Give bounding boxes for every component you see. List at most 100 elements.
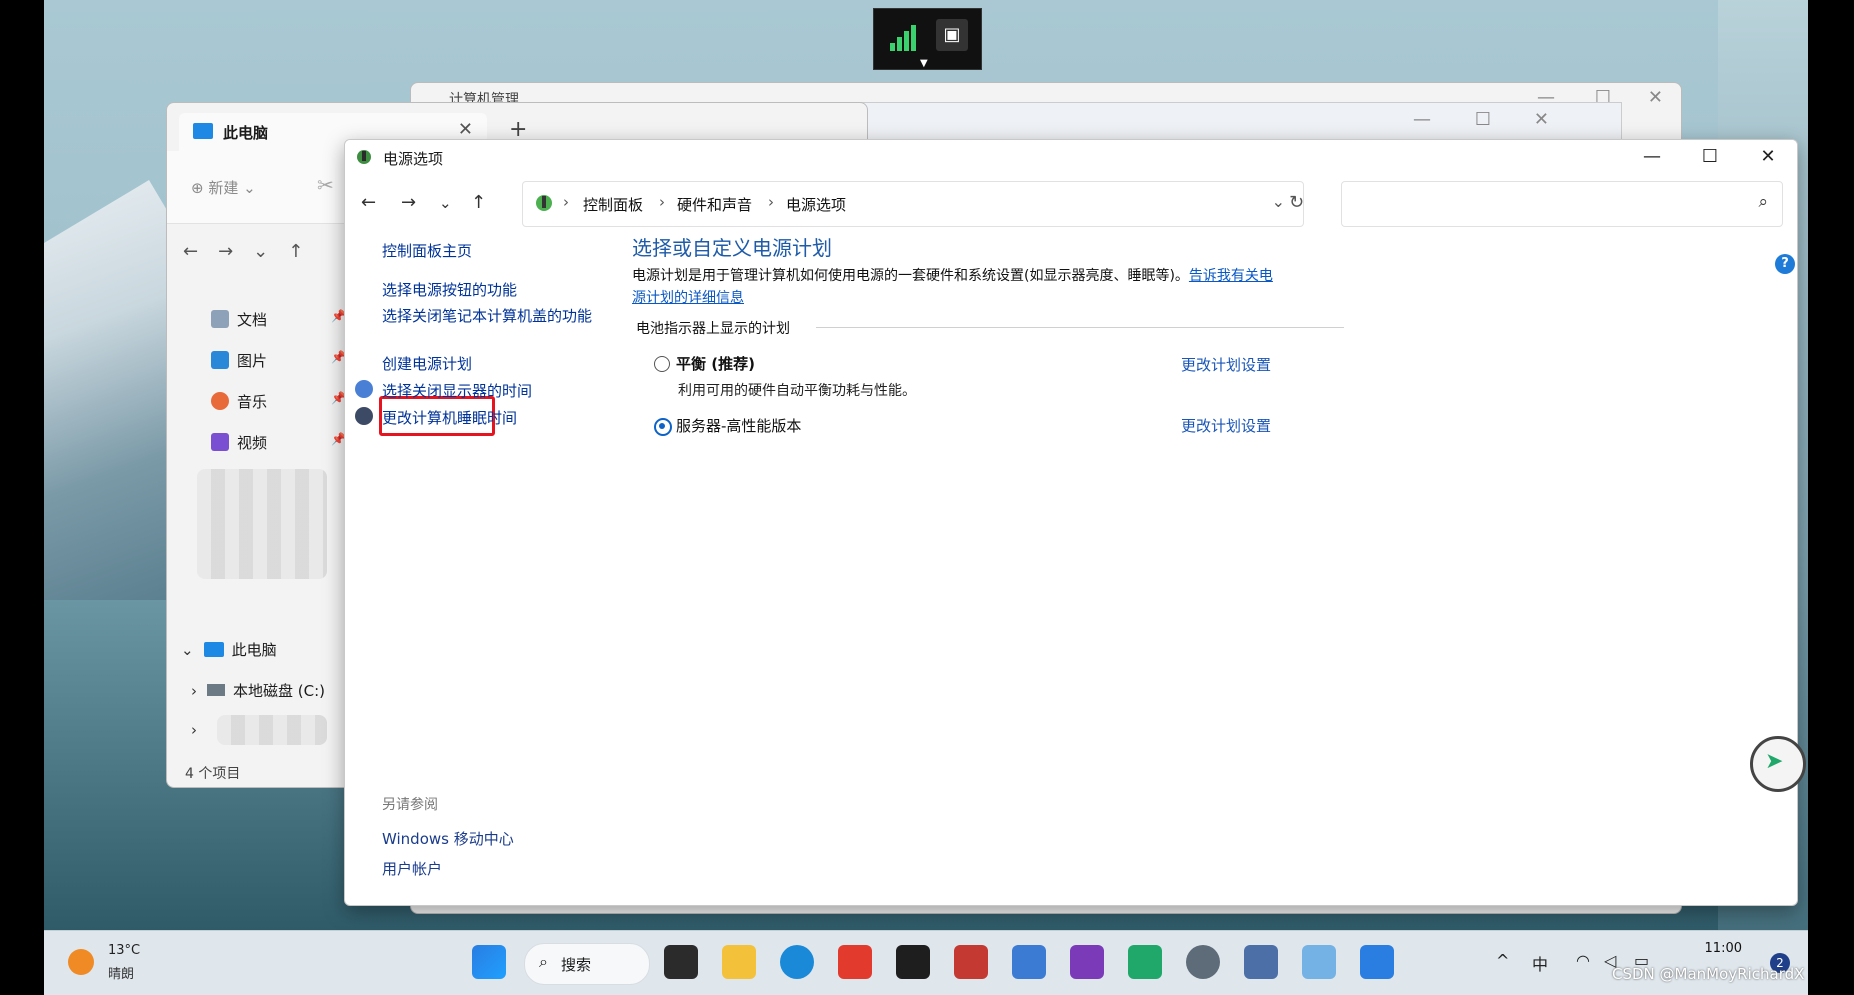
music-icon <box>211 392 229 410</box>
plan-radio-server-performance[interactable] <box>654 418 672 436</box>
lid-close-function-link[interactable]: 选择关闭笔记本计算机盖的功能 <box>382 304 592 328</box>
plan-radio-balanced[interactable] <box>654 356 670 372</box>
title-bar: 电源选项 — ☐ ✕ <box>345 140 1797 174</box>
tree-item-this-pc[interactable]: ⌄ 此电脑 <box>181 639 277 660</box>
monitor-icon: ▣ <box>936 19 968 51</box>
power-button-function-link[interactable]: 选择电源按钮的功能 <box>382 279 517 300</box>
drive-icon <box>207 684 225 696</box>
power-options-window[interactable]: 电源选项 — ☐ ✕ ← → ⌄ ↑ › 控制面板 › 硬件和声音 › 电源选项… <box>344 139 1798 906</box>
explorer-nav-buttons[interactable]: ←→⌄↑ <box>183 241 323 262</box>
taskbar-search[interactable]: ⌕ 搜索 <box>524 943 650 985</box>
close-tab-icon[interactable]: ✕ <box>458 119 473 140</box>
plan-name-balanced[interactable]: 平衡 (推荐) <box>676 353 755 374</box>
minimize-button[interactable]: — <box>1623 142 1681 172</box>
signal-bars-icon <box>890 25 916 51</box>
create-power-plan-link[interactable]: 创建电源计划 <box>382 353 472 374</box>
settings-gear-icon[interactable] <box>1186 945 1220 979</box>
breadcrumb-power-options[interactable]: 电源选项 <box>786 194 846 215</box>
python-icon[interactable] <box>1012 945 1046 979</box>
up-icon[interactable]: ↑ <box>471 192 486 213</box>
computer-icon <box>203 642 224 657</box>
maximize-button[interactable]: ☐ <box>1681 142 1739 172</box>
quick-access-label: 图片 <box>237 352 268 370</box>
wifi-icon[interactable]: ◠ <box>1576 951 1590 970</box>
remote-desktop-icon[interactable] <box>1360 945 1394 979</box>
chevron-down-icon[interactable]: ⌄ <box>1272 192 1285 211</box>
edge-browser-icon[interactable] <box>780 945 814 979</box>
network-app-icon[interactable] <box>1244 945 1278 979</box>
wps-icon[interactable] <box>838 945 872 979</box>
weather-sun-icon[interactable] <box>68 949 94 975</box>
new-button[interactable]: ⊕ 新建 ⌄ <box>191 177 256 198</box>
pycharm-icon[interactable] <box>896 945 930 979</box>
quick-access-label: 文档 <box>237 311 268 329</box>
display-off-time-link[interactable]: 选择关闭显示器的时间 <box>382 380 532 401</box>
control-panel-app-icon[interactable] <box>1302 945 1336 979</box>
close-icon[interactable]: ✕ <box>1534 109 1549 130</box>
back-icon[interactable]: ← <box>361 192 376 213</box>
change-plan-settings-link[interactable]: 更改计划设置 <box>1181 354 1271 375</box>
chevron-right-icon[interactable]: › <box>191 721 197 739</box>
tree-label: 此电脑 <box>231 641 277 659</box>
tree-item-local-disk[interactable]: › 本地磁盘 (C:) <box>191 680 325 701</box>
search-input[interactable]: ⌕ <box>1341 181 1783 227</box>
close-icon[interactable]: ✕ <box>1648 87 1663 108</box>
description-text: 电源计划是用于管理计算机如何使用电源的一套硬件和系统设置(如显示器亮度、睡眠等)… <box>632 268 1189 284</box>
watermark: CSDN @ManMoyRichardX <box>1612 965 1805 983</box>
cut-icon[interactable]: ✂ <box>317 173 334 197</box>
floating-send-button[interactable]: ➤ <box>1750 736 1806 792</box>
breadcrumb-separator-icon: › <box>659 193 665 211</box>
search-icon[interactable]: ⌕ <box>1758 192 1768 212</box>
quick-access-documents[interactable]: 文档 📌 <box>211 309 346 330</box>
minimize-icon[interactable]: — <box>1413 109 1431 130</box>
plan-description: 电源计划是用于管理计算机如何使用电源的一套硬件和系统设置(如显示器亮度、睡眠等)… <box>632 265 1282 309</box>
ime-indicator[interactable]: 中 <box>1532 951 1548 975</box>
send-app-icon[interactable] <box>1128 945 1162 979</box>
weather-temperature[interactable]: 13°C <box>108 943 140 958</box>
tab-title: 此电脑 <box>223 124 269 142</box>
quick-access-videos[interactable]: 视频 📌 <box>211 432 346 453</box>
maximize-icon[interactable]: ☐ <box>1475 109 1491 130</box>
see-also-heading: 另请参阅 <box>382 797 438 813</box>
help-icon[interactable]: ? <box>1775 254 1795 274</box>
network-monitor-widget[interactable]: ▣ ▼ <box>873 8 982 70</box>
quick-access-pictures[interactable]: 图片 📌 <box>211 350 346 371</box>
sleep-moon-icon <box>355 407 373 425</box>
chevron-right-icon[interactable]: › <box>191 682 197 700</box>
user-accounts-link[interactable]: 用户帐户 <box>382 858 442 879</box>
blurred-content <box>217 715 327 745</box>
chevron-down-icon[interactable]: ⌄ <box>181 641 194 659</box>
close-button[interactable]: ✕ <box>1739 142 1797 172</box>
address-bar[interactable]: › 控制面板 › 硬件和声音 › 电源选项 ⌄ <box>522 181 1304 227</box>
caret-down-icon[interactable]: ▼ <box>920 58 928 69</box>
weather-condition[interactable]: 晴朗 <box>108 963 134 982</box>
control-panel-home-link[interactable]: 控制面板主页 <box>382 240 472 261</box>
app-icon[interactable] <box>954 945 988 979</box>
onenote-icon[interactable] <box>1070 945 1104 979</box>
start-icon[interactable] <box>472 945 506 979</box>
group-label: 电池指示器上显示的计划 <box>636 321 790 337</box>
sleep-time-link[interactable]: 更改计算机睡眠时间 <box>382 407 517 428</box>
send-icon: ➤ <box>1765 749 1784 774</box>
display-timer-icon <box>355 380 373 398</box>
address-row: ← → ⌄ ↑ › 控制面板 › 硬件和声音 › 电源选项 ⌄ ↻ ⌕ <box>345 180 1797 230</box>
breadcrumb-control-panel[interactable]: 控制面板 <box>583 194 643 215</box>
mobility-center-link[interactable]: Windows 移动中心 <box>382 828 514 849</box>
tree-label: 本地磁盘 (C:) <box>233 682 325 700</box>
quick-access-music[interactable]: 音乐 📌 <box>211 391 346 412</box>
recent-dropdown-icon[interactable]: ⌄ <box>439 194 452 212</box>
blurred-content <box>197 469 327 579</box>
tree-item-blurred[interactable]: › <box>191 721 207 739</box>
change-plan-settings-link[interactable]: 更改计划设置 <box>1181 415 1271 436</box>
forward-icon[interactable]: → <box>401 192 416 213</box>
file-explorer-icon[interactable] <box>722 945 756 979</box>
search-label: 搜索 <box>561 956 592 974</box>
power-options-icon <box>357 150 371 164</box>
task-view-icon[interactable] <box>664 945 698 979</box>
clock[interactable]: 11:00 <box>1705 941 1742 956</box>
refresh-icon[interactable]: ↻ <box>1289 192 1304 213</box>
video-icon <box>211 433 229 451</box>
chevron-up-icon[interactable]: ^ <box>1496 951 1509 970</box>
breadcrumb-hardware-sound[interactable]: 硬件和声音 <box>677 194 752 215</box>
plan-name-server-performance[interactable]: 服务器-高性能版本 <box>676 415 801 436</box>
